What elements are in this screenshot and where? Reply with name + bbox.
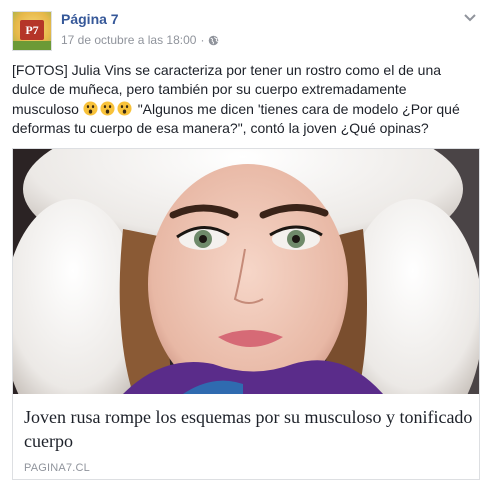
portrait-photo — [13, 149, 479, 394]
post-meta: 17 de octubre a las 18:00 · — [61, 33, 219, 47]
astonished-face-emoji — [117, 101, 132, 116]
page-logo: P7 — [20, 20, 44, 40]
chevron-down-icon[interactable] — [463, 13, 477, 23]
facebook-post: P7 Página 7 17 de octubre a las 18:00 · … — [0, 0, 486, 489]
astonished-face-emoji — [100, 101, 115, 116]
page-avatar[interactable]: P7 — [12, 11, 52, 51]
link-preview-card[interactable]: Joven rusa rompe los esquemas por su mus… — [12, 148, 480, 480]
globe-icon[interactable] — [208, 35, 219, 46]
link-domain: PAGINA7.CL — [24, 462, 90, 474]
post-timestamp[interactable]: 17 de octubre a las 18:00 — [61, 33, 196, 47]
link-preview-image[interactable] — [13, 149, 479, 394]
link-title[interactable]: Joven rusa rompe los esquemas por su mus… — [24, 405, 474, 453]
post-message: [FOTOS] Julia Vins se caracteriza por te… — [12, 61, 477, 139]
astonished-face-emoji — [83, 101, 98, 116]
meta-separator: · — [200, 33, 205, 47]
page-name-link[interactable]: Página 7 — [61, 11, 119, 27]
